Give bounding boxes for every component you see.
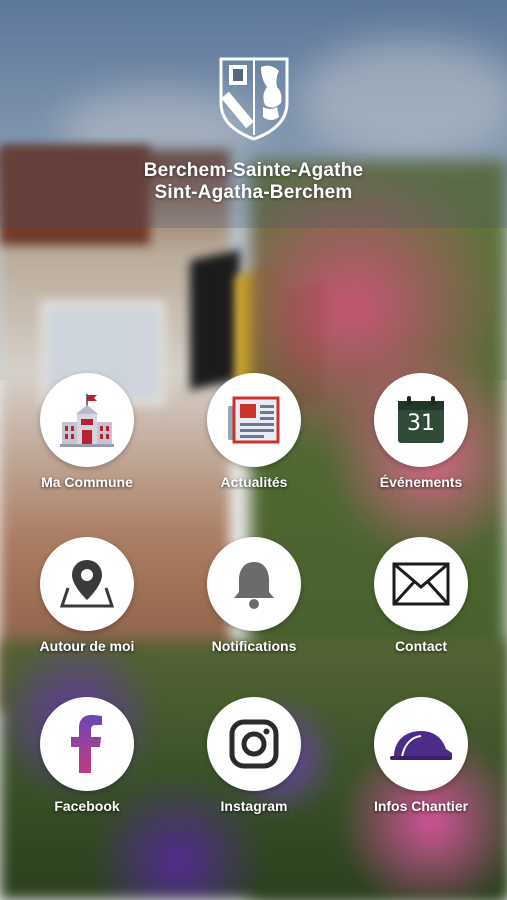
app-title-line-1: Berchem-Sainte-Agathe — [143, 160, 364, 181]
coat-of-arms-icon — [217, 55, 291, 141]
menu-tile-contact[interactable]: Contact — [351, 537, 491, 654]
newspaper-icon — [228, 396, 280, 444]
calendar-icon: 31 — [396, 395, 446, 445]
envelope-icon — [392, 562, 450, 606]
actualites-label: Actualités — [220, 474, 288, 490]
bell-icon — [234, 562, 274, 609]
menu-tile-autour-de-moi[interactable]: Autour de moi — [17, 537, 157, 654]
menu-tile-infos-chantier[interactable]: Infos Chantier — [351, 697, 491, 814]
notifications-label: Notifications — [211, 638, 297, 654]
infos-chantier-button[interactable] — [374, 697, 468, 791]
menu-tile-actualites[interactable]: Actualités — [184, 373, 324, 490]
evenements-label: Événements — [379, 474, 463, 490]
menu-tile-instagram[interactable]: Instagram — [184, 697, 324, 814]
instagram-label: Instagram — [220, 798, 288, 814]
autour-de-moi-label: Autour de moi — [39, 638, 135, 654]
facebook-label: Facebook — [54, 798, 120, 814]
ma-commune-button[interactable] — [40, 373, 134, 467]
autour-de-moi-button[interactable] — [40, 537, 134, 631]
hard-hat-icon — [390, 731, 452, 760]
calendar-day: 31 — [407, 411, 435, 436]
instagram-button[interactable] — [207, 697, 301, 791]
app-home-screen: Berchem-Sainte-Agathe Sint-Agatha-Berche… — [0, 0, 507, 900]
menu-tile-facebook[interactable]: Facebook — [17, 697, 157, 814]
instagram-icon — [229, 719, 279, 769]
menu-tile-ma-commune[interactable]: Ma Commune — [17, 373, 157, 490]
contact-label: Contact — [394, 638, 448, 654]
app-header: Berchem-Sainte-Agathe Sint-Agatha-Berche… — [0, 55, 507, 204]
facebook-icon — [71, 715, 102, 773]
menu-tile-notifications[interactable]: Notifications — [184, 537, 324, 654]
notifications-button[interactable] — [207, 537, 301, 631]
app-title-line-2: Sint-Agatha-Berchem — [154, 182, 353, 203]
evenements-button[interactable]: 31 — [374, 373, 468, 467]
map-pin-icon — [59, 560, 115, 608]
ma-commune-label: Ma Commune — [41, 474, 133, 490]
actualites-button[interactable] — [207, 373, 301, 467]
contact-button[interactable] — [374, 537, 468, 631]
facebook-button[interactable] — [40, 697, 134, 791]
infos-chantier-label: Infos Chantier — [373, 798, 469, 814]
town-hall-icon — [60, 394, 114, 447]
menu-tile-evenements[interactable]: 31 Événements — [351, 373, 491, 490]
